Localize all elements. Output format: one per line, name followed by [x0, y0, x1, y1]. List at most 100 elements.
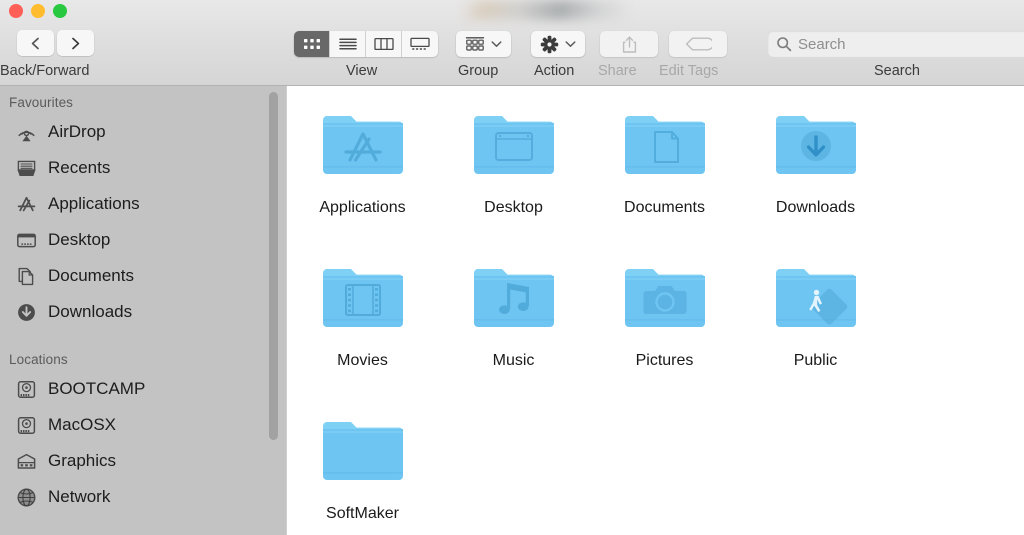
folder-icon-desktop	[470, 108, 558, 186]
gallery-view-icon	[410, 37, 430, 51]
action-button[interactable]	[531, 31, 585, 57]
file-item-documents[interactable]: Documents	[589, 100, 740, 253]
gear-icon	[540, 35, 559, 54]
toolbar: Back/Forward	[0, 0, 1024, 86]
file-name: Public	[794, 352, 838, 370]
column-view-icon	[374, 37, 394, 51]
sidebar-item-bootcamp[interactable]: BOOTCAMP	[0, 371, 286, 407]
minimize-button[interactable]	[31, 4, 45, 18]
sidebar-item-label: Downloads	[48, 302, 132, 322]
sidebar-item-macosx[interactable]: MacOSX	[0, 407, 286, 443]
recents-icon	[15, 157, 37, 179]
share-icon	[621, 35, 638, 54]
sidebar-item-label: Desktop	[48, 230, 110, 250]
sidebar-item-network[interactable]: Network	[0, 479, 286, 515]
file-item-music[interactable]: Music	[438, 253, 589, 406]
group-button[interactable]	[456, 31, 511, 57]
icon-view-button[interactable]	[294, 31, 330, 57]
folder-icon-applications	[319, 108, 407, 186]
file-item-public[interactable]: Public	[740, 253, 891, 406]
folder-icon-movies	[319, 261, 407, 339]
gallery-view-button[interactable]	[402, 31, 438, 57]
action-label: Action	[534, 63, 574, 79]
file-item-pictures[interactable]: Pictures	[589, 253, 740, 406]
file-name: SoftMaker	[326, 505, 399, 523]
documents-icon	[15, 265, 37, 287]
chevron-down-icon	[491, 40, 502, 48]
sidebar-item-label: AirDrop	[48, 122, 106, 142]
downloads-icon	[15, 301, 37, 323]
file-item-downloads[interactable]: Downloads	[740, 100, 891, 253]
file-name: Desktop	[484, 199, 543, 217]
file-grid-area[interactable]: Applications	[287, 86, 1024, 535]
search-placeholder: Search	[798, 36, 846, 53]
sidebar-item-airdrop[interactable]: AirDrop	[0, 114, 286, 150]
folder-icon-pictures	[621, 261, 709, 339]
sidebar-scrollbar[interactable]	[269, 92, 278, 440]
back-button[interactable]	[17, 30, 54, 56]
list-view-icon	[339, 37, 357, 51]
file-name: Pictures	[636, 352, 694, 370]
airdrop-icon	[15, 121, 37, 143]
sidebar-item-label: Network	[48, 487, 110, 507]
file-name: Documents	[624, 199, 705, 217]
group-label: Group	[458, 63, 498, 79]
file-name: Music	[493, 352, 535, 370]
file-item-desktop[interactable]: Desktop	[438, 100, 589, 253]
hard-disk-icon	[15, 414, 37, 436]
sidebar-item-graphics[interactable]: Graphics	[0, 443, 286, 479]
back-forward-label: Back/Forward	[0, 63, 89, 79]
sidebar-item-applications[interactable]: Applications	[0, 186, 286, 222]
group-icon	[465, 36, 485, 52]
file-item-movies[interactable]: Movies	[287, 253, 438, 406]
file-name: Applications	[319, 199, 405, 217]
applications-icon	[15, 193, 37, 215]
finder-window: Back/Forward	[0, 0, 1024, 535]
file-item-applications[interactable]: Applications	[287, 100, 438, 253]
window-title-blurred	[462, 0, 630, 20]
forward-button[interactable]	[57, 30, 94, 56]
sidebar: Favourites AirDrop	[0, 86, 286, 535]
sidebar-item-label: Graphics	[48, 451, 116, 471]
view-label: View	[346, 63, 377, 79]
sidebar-item-label: Recents	[48, 158, 110, 178]
desktop-icon	[15, 229, 37, 251]
sidebar-item-recents[interactable]: Recents	[0, 150, 286, 186]
folder-icon-softmaker	[319, 414, 407, 492]
file-item-softmaker[interactable]: SoftMaker	[287, 406, 438, 535]
search-icon	[776, 36, 792, 52]
sidebar-section-locations-title: Locations	[0, 330, 286, 371]
folder-icon-public	[772, 261, 860, 339]
chevron-left-icon	[29, 36, 42, 51]
view-segmented-control[interactable]	[294, 31, 438, 57]
sidebar-item-label: BOOTCAMP	[48, 379, 145, 399]
file-grid: Applications	[287, 86, 1024, 535]
search-label: Search	[874, 63, 920, 79]
list-view-button[interactable]	[330, 31, 366, 57]
globe-icon	[15, 486, 37, 508]
folder-icon-documents	[621, 108, 709, 186]
column-view-button[interactable]	[366, 31, 402, 57]
sidebar-item-label: MacOSX	[48, 415, 116, 435]
search-field[interactable]: Search	[768, 31, 1024, 57]
sidebar-section-favourites-title: Favourites	[0, 86, 286, 114]
chevron-right-icon	[69, 36, 82, 51]
back-forward-group	[17, 30, 94, 56]
hard-disk-icon	[15, 378, 37, 400]
file-name: Downloads	[776, 199, 855, 217]
folder-icon-music	[470, 261, 558, 339]
sidebar-item-documents[interactable]: Documents	[0, 258, 286, 294]
maximize-button[interactable]	[53, 4, 67, 18]
folder-icon-downloads	[772, 108, 860, 186]
edit-tags-button[interactable]	[669, 31, 727, 57]
tag-icon	[684, 36, 712, 52]
sidebar-item-downloads[interactable]: Downloads	[0, 294, 286, 330]
sidebar-item-desktop[interactable]: Desktop	[0, 222, 286, 258]
share-button[interactable]	[600, 31, 658, 57]
close-button[interactable]	[9, 4, 23, 18]
file-name: Movies	[337, 352, 388, 370]
sidebar-item-label: Applications	[48, 194, 140, 214]
chevron-down-icon	[565, 40, 576, 48]
window-controls	[9, 4, 67, 18]
edit-tags-label: Edit Tags	[659, 63, 718, 79]
